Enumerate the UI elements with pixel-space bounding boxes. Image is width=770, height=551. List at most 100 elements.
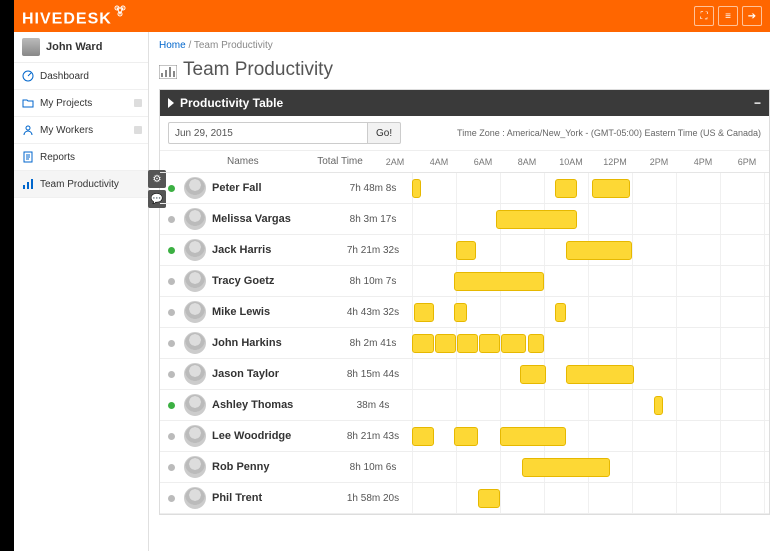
- activity-bar[interactable]: [522, 458, 610, 477]
- date-input[interactable]: [168, 122, 368, 144]
- expand-icon: [134, 126, 142, 134]
- avatar-icon: [184, 208, 206, 230]
- panel-title: Productivity Table: [180, 96, 283, 110]
- productivity-panel: Productivity Table − Go! Time Zone : Ame…: [159, 89, 770, 515]
- name-cell[interactable]: Mike Lewis: [182, 301, 334, 323]
- worker-name: Rob Penny: [212, 461, 269, 473]
- worker-name: Peter Fall: [212, 182, 262, 194]
- timeline-cell: [412, 235, 769, 265]
- sidebar-item-dashboard[interactable]: Dashboard: [14, 63, 148, 90]
- activity-bar[interactable]: [555, 179, 577, 198]
- grid-header: Names Total Time 2AM4AM6AM8AM10AM12PM2PM…: [160, 151, 769, 173]
- avatar-icon: [184, 425, 206, 447]
- activity-bar[interactable]: [528, 334, 545, 353]
- activity-bar[interactable]: [454, 272, 544, 291]
- status-dot-icon: [168, 247, 175, 254]
- activity-bar[interactable]: [566, 365, 634, 384]
- name-cell[interactable]: Jack Harris: [182, 239, 334, 261]
- name-cell[interactable]: John Harkins: [182, 332, 334, 354]
- activity-bar[interactable]: [457, 334, 478, 353]
- sidebar-item-workers[interactable]: My Workers: [14, 117, 148, 144]
- activity-bar[interactable]: [412, 179, 421, 198]
- col-total: Total Time: [307, 156, 373, 167]
- timeline-cell: [412, 328, 769, 358]
- timezone-label: Time Zone : America/New_York - (GMT-05:0…: [457, 128, 761, 138]
- name-cell[interactable]: Ashley Thomas: [182, 394, 334, 416]
- activity-bar[interactable]: [479, 334, 500, 353]
- activity-bar[interactable]: [500, 427, 566, 446]
- activity-bar[interactable]: [454, 303, 467, 322]
- sidebar-item-team[interactable]: Team Productivity: [14, 171, 148, 198]
- chart-icon: [159, 63, 177, 77]
- timeline-cell: [412, 483, 769, 513]
- avatar-icon: [184, 363, 206, 385]
- timeline-cell: [412, 204, 769, 234]
- table-row: Phil Trent1h 58m 20s: [160, 483, 769, 514]
- breadcrumb-home[interactable]: Home: [159, 40, 186, 51]
- status-dot-icon: [168, 402, 175, 409]
- expand-icon: [134, 99, 142, 107]
- avatar-icon: [184, 301, 206, 323]
- worker-name: John Harkins: [212, 337, 282, 349]
- total-time: 8h 2m 41s: [334, 338, 412, 349]
- dashboard-icon: [22, 70, 34, 82]
- brand-icon: [114, 4, 126, 16]
- activity-bar[interactable]: [496, 210, 577, 229]
- panel-header: Productivity Table −: [160, 90, 769, 116]
- total-time: 8h 3m 17s: [334, 214, 412, 225]
- table-row: Peter Fall7h 48m 8s: [160, 173, 769, 204]
- activity-bar[interactable]: [566, 241, 632, 260]
- name-cell[interactable]: Phil Trent: [182, 487, 334, 509]
- hour-label: 8AM: [505, 157, 549, 167]
- sidebar-item-projects[interactable]: My Projects: [14, 90, 148, 117]
- total-time: 38m 4s: [334, 400, 412, 411]
- name-cell[interactable]: Peter Fall: [182, 177, 334, 199]
- name-cell[interactable]: Jason Taylor: [182, 363, 334, 385]
- breadcrumb-current: Team Productivity: [194, 40, 273, 51]
- activity-bar[interactable]: [412, 427, 434, 446]
- activity-bar[interactable]: [501, 334, 526, 353]
- activity-bar[interactable]: [520, 365, 546, 384]
- menu-button[interactable]: ≡: [718, 6, 738, 26]
- activity-bar[interactable]: [435, 334, 456, 353]
- activity-bar[interactable]: [454, 427, 478, 446]
- panel-collapse-button[interactable]: −: [754, 96, 761, 110]
- name-cell[interactable]: Tracy Goetz: [182, 270, 334, 292]
- logout-button[interactable]: ➔: [742, 6, 762, 26]
- productivity-grid: Names Total Time 2AM4AM6AM8AM10AM12PM2PM…: [160, 151, 769, 514]
- activity-bar[interactable]: [414, 303, 434, 322]
- status-dot-icon: [168, 340, 175, 347]
- total-time: 4h 43m 32s: [334, 307, 412, 318]
- sidebar-item-label: My Projects: [40, 98, 92, 109]
- col-names: Names: [179, 156, 307, 167]
- table-row: Lee Woodridge8h 21m 43s: [160, 421, 769, 452]
- name-cell[interactable]: Lee Woodridge: [182, 425, 334, 447]
- activity-bar[interactable]: [478, 489, 500, 508]
- name-cell[interactable]: Melissa Vargas: [182, 208, 334, 230]
- table-row: Tracy Goetz8h 10m 7s: [160, 266, 769, 297]
- page-title: Team Productivity: [159, 59, 770, 81]
- user-avatar-icon: [22, 38, 40, 56]
- avatar-icon: [184, 239, 206, 261]
- folder-icon: [22, 97, 34, 109]
- status-dot-icon: [168, 185, 175, 192]
- go-button[interactable]: Go!: [368, 122, 401, 144]
- activity-bar[interactable]: [592, 179, 629, 198]
- activity-bar[interactable]: [555, 303, 566, 322]
- status-dot-icon: [168, 495, 175, 502]
- activity-bar[interactable]: [456, 241, 476, 260]
- worker-name: Melissa Vargas: [212, 213, 291, 225]
- status-dot-icon: [168, 464, 175, 471]
- name-cell[interactable]: Rob Penny: [182, 456, 334, 478]
- hour-label: 4PM: [681, 157, 725, 167]
- sidebar-item-reports[interactable]: Reports: [14, 144, 148, 171]
- table-row: John Harkins 8h 2m 41s: [160, 328, 769, 359]
- fullscreen-button[interactable]: ⛶: [694, 6, 714, 26]
- table-row: Melissa Vargas 8h 3m 17s: [160, 204, 769, 235]
- activity-bar[interactable]: [654, 396, 663, 415]
- current-user[interactable]: John Ward: [14, 32, 148, 63]
- activity-bar[interactable]: [412, 334, 434, 353]
- hour-label: 4AM: [417, 157, 461, 167]
- topbar: HIVEDESK ⛶ ≡ ➔: [14, 0, 770, 32]
- chevron-right-icon: [168, 98, 174, 108]
